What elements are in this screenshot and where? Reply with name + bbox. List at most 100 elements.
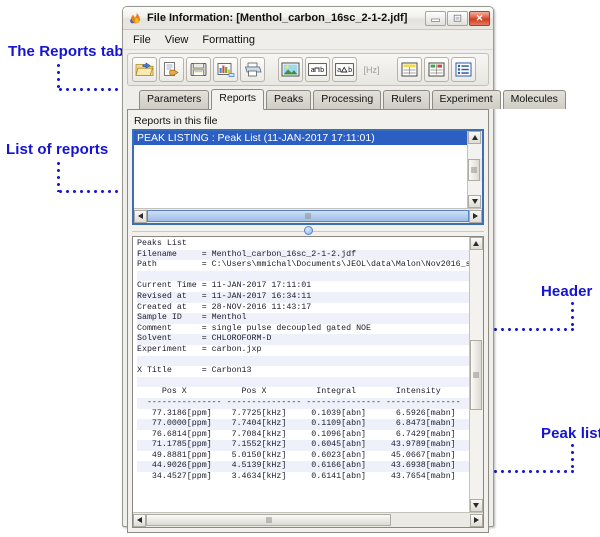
tab-reports[interactable]: Reports xyxy=(211,89,265,110)
image-view-icon[interactable] xyxy=(278,57,303,82)
report-text-line: Created at = 28-NOV-2016 11:43:17 xyxy=(137,302,312,312)
report-text-line: Filename = Menthol_carbon_16sc_2-1-2.jdf xyxy=(137,249,469,261)
report-text-line xyxy=(137,355,469,367)
report-text-line: 49.8881[ppm] 5.0150[kHz] 0.6023[abn] 45.… xyxy=(137,450,456,460)
annotation-reports-tab-leader-h xyxy=(57,88,131,91)
report-text-line: 44.9026[ppm] 4.5139[kHz] 0.6166[abn] 43.… xyxy=(137,461,469,473)
report-text-hthumb[interactable] xyxy=(146,514,391,526)
reports-list-scroll-right-button[interactable] xyxy=(469,209,482,223)
print-icon[interactable] xyxy=(240,57,265,82)
reports-list-vtrack[interactable] xyxy=(468,144,482,159)
report-text-line: Path = C:\Users\mmichal\Documents\JEOL\d… xyxy=(137,260,469,270)
close-button[interactable]: ✕ xyxy=(469,10,490,26)
window-titlebar[interactable]: File Information: [Menthol_carbon_16sc_2… xyxy=(123,7,493,30)
report-text-vtrack-lower[interactable] xyxy=(469,409,483,499)
annotation-header: Header xyxy=(541,283,593,300)
report-text-line: Solvent = CHLOROFORM-D xyxy=(137,334,469,345)
tab-peaks[interactable]: Peaks xyxy=(266,90,312,109)
report-text-scroll-down-button[interactable] xyxy=(469,499,483,512)
tab-parameters[interactable]: Parameters xyxy=(139,90,210,109)
export-chart-icon[interactable] xyxy=(213,57,238,82)
peak-delta-icon[interactable]: a b xyxy=(332,57,357,82)
tab-rulers[interactable]: Rulers xyxy=(383,90,430,109)
report-text-line: X Title = Carbon13 xyxy=(137,366,252,376)
report-text-hscrollbar[interactable] xyxy=(133,512,483,527)
hz-units-label: [Hz] xyxy=(363,64,380,75)
report-text-body[interactable]: Peaks List Filename = Menthol_carbon_16sc… xyxy=(133,237,469,512)
report-text-scroll-up-button[interactable] xyxy=(469,237,483,250)
window-controls: ✕ xyxy=(425,10,490,26)
report-text-line: 77.0000[ppm] 7.7404[kHz] 0.1109[abn] 6.8… xyxy=(137,419,469,430)
report-text-line: 77.3186[ppm] 7.7725[kHz] 0.1039[abn] 6.5… xyxy=(137,408,456,418)
report-text-line xyxy=(137,270,469,282)
toolbar: a b a b [Hz] xyxy=(127,53,489,86)
minimize-button[interactable] xyxy=(425,10,446,26)
annotation-reports-tab: The Reports tab xyxy=(8,43,124,60)
report-text-line: 71.1785[ppm] 7.1552[kHz] 0.6045[abn] 43.… xyxy=(137,440,469,451)
annotation-peaklist-leader-v xyxy=(571,442,574,472)
annotation-list-of-reports: List of reports xyxy=(6,141,109,158)
reports-list-scroll-down-button[interactable] xyxy=(468,195,481,208)
report-text-line: Sample ID = Menthol xyxy=(137,313,469,324)
svg-text:a: a xyxy=(337,66,341,74)
report-text-scroll-left-button[interactable] xyxy=(133,513,146,527)
maximize-button[interactable] xyxy=(447,10,468,26)
menu-file[interactable]: File xyxy=(127,33,157,47)
report-text-vscrollbar[interactable] xyxy=(468,237,483,512)
copy-document-icon[interactable] xyxy=(159,57,184,82)
tab-molecules[interactable]: Molecules xyxy=(502,90,566,109)
report-text-line: Pos X Pos X Integral Intensity xyxy=(137,387,441,397)
save-icon[interactable] xyxy=(186,57,211,82)
report-text-line: Current Time = 11-JAN-2017 17:11:01 xyxy=(137,281,312,291)
splitter-knob[interactable] xyxy=(303,226,313,235)
report-text-line: Peaks List xyxy=(137,239,187,248)
reports-list-label: Reports in this file xyxy=(134,115,218,127)
report-text-line: Experiment = carbon.jxp xyxy=(137,344,262,354)
menubar: File View Formatting xyxy=(123,30,493,50)
reports-list-hscrollbar[interactable] xyxy=(134,208,482,223)
grid-view-icon[interactable] xyxy=(424,57,449,82)
report-text-line: Revised at = 11-JAN-2017 16:34:11 xyxy=(137,291,469,303)
annotation-reports-tab-leader-v xyxy=(57,62,60,90)
report-text-line: 34.4527[ppm] 3.4634[kHz] 0.6141[abn] 43.… xyxy=(137,472,456,482)
reports-list-scroll-up-button[interactable] xyxy=(468,131,481,144)
svg-text:a: a xyxy=(311,66,315,74)
reports-list-inner: PEAK LISTING : Peak List (11-JAN-2017 17… xyxy=(134,131,482,208)
menu-view[interactable]: View xyxy=(159,33,195,47)
reports-list-vtrack-lower[interactable] xyxy=(468,180,482,195)
report-text-inner: Peaks List Filename = Menthol_carbon_16sc… xyxy=(133,237,483,512)
peak-label-ab-icon[interactable]: a b xyxy=(305,57,330,82)
report-text-vthumb[interactable] xyxy=(469,339,482,410)
open-file-icon[interactable] xyxy=(132,57,157,82)
report-text-line: 76.6814[ppm] 7.7084[kHz] 0.1096[abn] 6.7… xyxy=(137,429,456,439)
annotation-header-leader-v xyxy=(571,300,574,330)
tab-experiment[interactable]: Experiment xyxy=(431,90,501,109)
window-title: File Information: [Menthol_carbon_16sc_2… xyxy=(147,12,408,24)
reports-list-hthumb[interactable] xyxy=(147,210,469,222)
reports-tab-content: Reports in this file PEAK LISTING : Peak… xyxy=(127,110,489,533)
app-flame-icon xyxy=(129,12,142,25)
table-view-icon[interactable] xyxy=(397,57,422,82)
report-text-pane: Peaks List Filename = Menthol_carbon_16sc… xyxy=(132,236,484,528)
reports-list-pane: PEAK LISTING : Peak List (11-JAN-2017 17… xyxy=(132,129,484,225)
report-text-line: --------------- --------------- --------… xyxy=(137,397,469,409)
report-text-line xyxy=(137,376,469,388)
report-text-scroll-right-button[interactable] xyxy=(470,513,483,527)
report-text-line: Comment = single pulse decoupled gated N… xyxy=(137,323,372,333)
reports-list-body[interactable]: PEAK LISTING : Peak List (11-JAN-2017 17… xyxy=(134,131,467,208)
report-text-vtrack-upper[interactable] xyxy=(469,250,483,340)
list-item[interactable]: PEAK LISTING : Peak List (11-JAN-2017 17… xyxy=(134,131,467,145)
tabstrip: Parameters Reports Peaks Processing Rule… xyxy=(127,89,566,110)
menu-formatting[interactable]: Formatting xyxy=(196,33,261,47)
list-view-icon[interactable] xyxy=(451,57,476,82)
pane-splitter[interactable] xyxy=(132,225,484,236)
tab-processing[interactable]: Processing xyxy=(313,90,382,109)
reports-list-vthumb[interactable] xyxy=(468,158,480,181)
file-information-window: File Information: [Menthol_carbon_16sc_2… xyxy=(122,6,566,533)
annotation-list-leader-v xyxy=(57,160,60,192)
svg-text:b: b xyxy=(320,66,324,74)
annotation-peak-list: Peak list xyxy=(541,425,600,442)
svg-text:b: b xyxy=(348,66,352,74)
reports-list-vscrollbar[interactable] xyxy=(467,131,482,208)
reports-list-scroll-left-button[interactable] xyxy=(134,209,147,223)
